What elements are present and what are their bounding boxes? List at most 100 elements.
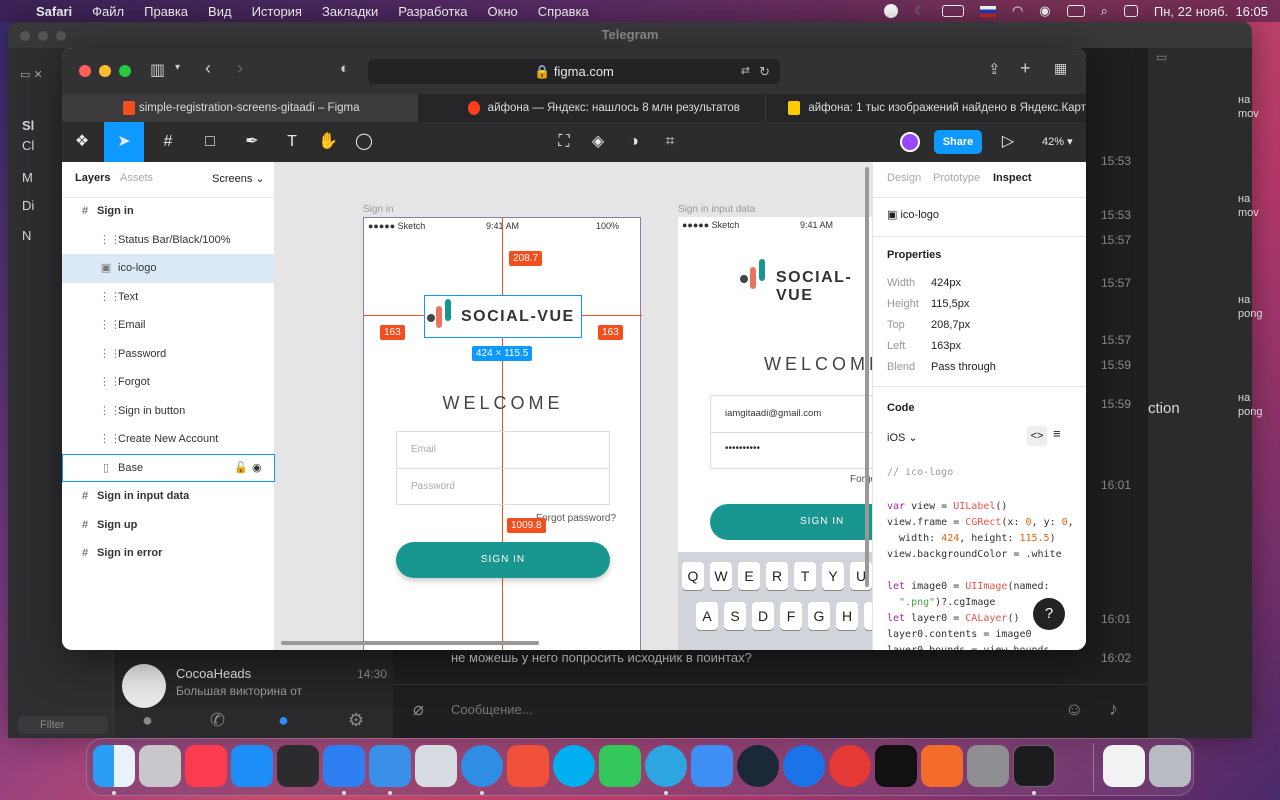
tab-layers[interactable]: Layers xyxy=(75,172,110,184)
launchpad-icon[interactable] xyxy=(139,745,181,787)
layer-ico-logo[interactable]: ▣ ico-logo xyxy=(62,254,275,283)
tab-inspect[interactable]: Inspect xyxy=(993,172,1032,184)
eye-icon[interactable]: ◉ xyxy=(252,454,262,483)
figma-canvas[interactable]: Sign in ●●●●● Sketch 9:41 AM 100% SOCIAL… xyxy=(275,162,872,650)
tg-sidebar-item[interactable]: Cl xyxy=(22,138,34,153)
close-button[interactable] xyxy=(79,65,91,77)
layer-sign-up[interactable]: # Sign up xyxy=(62,511,275,540)
attach-icon[interactable]: ⌀ xyxy=(413,699,424,720)
tg-sidebar-item[interactable]: Sl xyxy=(22,118,34,133)
crop-icon[interactable]: ⌗ xyxy=(650,122,690,162)
tab-design[interactable]: Design xyxy=(887,172,921,184)
ico-logo-selection[interactable]: SOCIAL-VUE xyxy=(424,295,582,338)
shape-tool-icon[interactable]: □ xyxy=(190,122,230,162)
layer-sign-in-button[interactable]: ⋮⋮ Sign in button xyxy=(62,397,275,426)
battery-icon[interactable] xyxy=(941,5,964,17)
layer-text[interactable]: ⋮⋮ Text xyxy=(62,283,275,312)
pencil-app-icon[interactable] xyxy=(921,745,963,787)
figma-menu-icon[interactable]: ❖ xyxy=(62,122,102,162)
layer-status-bar[interactable]: ⋮⋮ Status Bar/Black/100% xyxy=(62,226,275,255)
layer-email[interactable]: ⋮⋮ Email xyxy=(62,311,275,340)
share-button[interactable]: Share xyxy=(934,130,982,154)
sidebar-toggle-icon[interactable]: ▭ xyxy=(1156,50,1167,64)
instruments-icon[interactable] xyxy=(323,745,365,787)
present-play-icon[interactable]: ▷ xyxy=(988,122,1028,162)
tab-overview-icon[interactable]: ▦ xyxy=(1054,60,1067,77)
tg-message-input[interactable]: Сообщение... xyxy=(451,702,533,717)
layer-forgot[interactable]: ⋮⋮ Forgot xyxy=(62,368,275,397)
pen-tool-icon[interactable]: ✒ xyxy=(232,122,272,162)
moon-icon[interactable]: ☾ xyxy=(914,3,926,19)
key[interactable]: G xyxy=(808,602,830,630)
forgot-password-link[interactable]: Forgot password? xyxy=(536,513,616,524)
move-tool-icon[interactable]: ➤ xyxy=(104,122,144,162)
menu-edit[interactable]: Правка xyxy=(144,4,188,19)
menu-view[interactable]: Вид xyxy=(208,4,232,19)
sticker-icon[interactable]: ☺ xyxy=(1065,699,1083,720)
email-field[interactable]: iamgitaadi@gmail.com xyxy=(725,408,821,419)
tg-close-button[interactable] xyxy=(20,31,30,41)
terminal-icon[interactable] xyxy=(1013,745,1055,787)
frame-sign-in-input-data[interactable]: ●●●●● Sketch 9:41 AM SOCIAL-VUE WELCOME … xyxy=(678,217,872,650)
quicktime-icon[interactable] xyxy=(277,745,319,787)
settings-gear-icon[interactable]: ⚙ xyxy=(348,710,364,731)
layer-sign-in-input-data[interactable]: # Sign in input data xyxy=(62,482,275,511)
key[interactable]: Q xyxy=(682,562,704,590)
comment-tool-icon[interactable]: ◯ xyxy=(344,122,384,162)
horizontal-scrollbar[interactable] xyxy=(281,641,539,645)
email-field[interactable]: Email xyxy=(411,444,436,455)
document-icon[interactable] xyxy=(1103,745,1145,787)
user-icon[interactable]: ◉ xyxy=(1039,3,1050,19)
search-icon[interactable]: ⌕ xyxy=(1101,3,1108,19)
menu-develop[interactable]: Разработка xyxy=(398,4,467,19)
tg-sidebar-item[interactable]: M xyxy=(22,170,33,185)
preview-icon[interactable] xyxy=(415,745,457,787)
hand-tool-icon[interactable]: ✋ xyxy=(308,122,348,162)
ccleaner-icon[interactable] xyxy=(829,745,871,787)
zoom-level[interactable]: 42% ▾ xyxy=(1042,135,1073,148)
trash-icon[interactable] xyxy=(1149,745,1191,787)
translate-icon[interactable]: ⇄ xyxy=(741,59,750,84)
menubar-datetime[interactable]: Пн, 22 нояб. 16:05 xyxy=(1154,4,1268,19)
key[interactable]: S xyxy=(724,602,746,630)
pages-dropdown[interactable]: Screens ⌄ xyxy=(212,172,265,185)
apple-tv-icon[interactable] xyxy=(875,745,917,787)
frame-sign-in[interactable]: ●●●●● Sketch 9:41 AM 100% SOCIAL-VUE 208… xyxy=(363,217,642,650)
zoom-button[interactable] xyxy=(119,65,131,77)
finder-icon[interactable] xyxy=(93,745,135,787)
tg-sidebar-item[interactable]: N xyxy=(22,228,31,243)
tg-chat-item-cocoaheads[interactable]: CocoaHeads 14:30 Большая викторина от xyxy=(114,658,394,708)
steam-icon[interactable] xyxy=(737,745,779,787)
sign-in-button[interactable]: SIGN IN xyxy=(396,542,610,578)
maps-pin-icon[interactable] xyxy=(783,745,825,787)
share-icon[interactable]: ⇪ xyxy=(988,60,1001,78)
control-center-icon[interactable] xyxy=(1123,5,1138,17)
telegram-icon[interactable] xyxy=(645,745,687,787)
app-store-icon[interactable] xyxy=(231,745,273,787)
layer-password[interactable]: ⋮⋮ Password xyxy=(62,340,275,369)
tab-yandex-images[interactable]: айфона: 1 тыс изображений найдено в Янде… xyxy=(765,94,1086,122)
tab-yandex-search[interactable]: айфона — Яндекс: нашлось 8 млн результат… xyxy=(416,94,766,122)
menu-app-name[interactable]: Safari xyxy=(36,4,72,19)
tab-figma[interactable]: simple-registration-screens-gitaadi – Fi… xyxy=(62,94,417,122)
frame-label[interactable]: Sign in xyxy=(363,204,394,215)
url-bar[interactable]: 🔒 figma.com ⇄ ↻ xyxy=(368,59,780,84)
system-preferences-icon[interactable] xyxy=(967,745,1009,787)
mail-icon[interactable] xyxy=(691,745,733,787)
vertical-scrollbar[interactable] xyxy=(865,167,869,587)
help-button[interactable]: ? xyxy=(1033,598,1065,630)
frame-label[interactable]: Sign in input data xyxy=(678,204,755,215)
tg-sidebar-item[interactable]: Di xyxy=(22,198,34,213)
chats-icon[interactable]: ● xyxy=(278,710,289,731)
tg-minimize-button[interactable] xyxy=(38,31,48,41)
key[interactable]: R xyxy=(766,562,788,590)
layer-create-new-account[interactable]: ⋮⋮ Create New Account xyxy=(62,425,275,454)
forward-icon[interactable]: › xyxy=(237,58,243,79)
music-icon[interactable] xyxy=(185,745,227,787)
layer-base[interactable]: ▯ Base 🔓 ◉ xyxy=(62,453,275,483)
password-field[interactable]: Password xyxy=(411,481,455,492)
key[interactable]: W xyxy=(710,562,732,590)
list-view-icon[interactable]: ≡ xyxy=(1053,426,1061,441)
tg-folder-icon[interactable]: ▭ ✕ xyxy=(20,68,43,81)
key[interactable]: J xyxy=(864,602,872,630)
